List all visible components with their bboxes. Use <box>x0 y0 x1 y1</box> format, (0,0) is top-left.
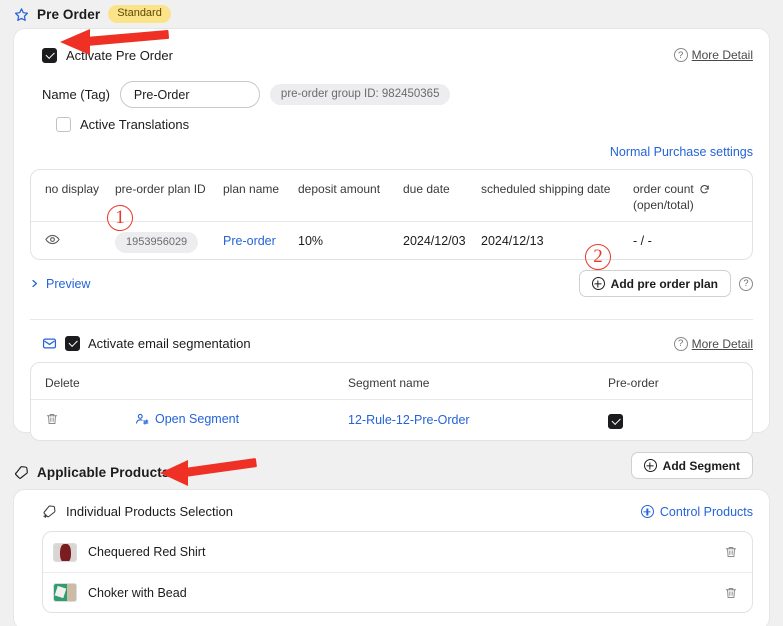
activate-email-segmentation-label: Activate email segmentation <box>88 336 251 351</box>
activate-email-segmentation-control[interactable]: Activate email segmentation <box>42 336 251 351</box>
table-row: Open Segment 12-Rule-12-Pre-Order <box>31 399 752 440</box>
trash-icon[interactable] <box>724 586 738 600</box>
add-plan-group: Add pre order plan ? <box>578 270 753 297</box>
applicable-products-card: Individual Products Selection Control Pr… <box>13 489 770 626</box>
open-segment-cell: Open Segment <box>131 412 344 429</box>
eye-icon[interactable] <box>45 232 60 247</box>
pre-order-plan-table: no display pre-order plan ID plan name d… <box>30 169 753 260</box>
col-no-display: no display <box>45 182 100 196</box>
delete-cell <box>31 412 131 429</box>
status-badge: Standard <box>108 5 171 23</box>
activate-pre-order-label: Activate Pre Order <box>66 47 173 63</box>
segment-name-link[interactable]: 12-Rule-12-Pre-Order <box>348 413 470 427</box>
product-list: Chequered Red Shirt Choker with Bead <box>42 531 753 613</box>
pre-order-group-id: pre-order group ID: 982450365 <box>269 84 451 105</box>
active-translations-label: Active Translations <box>80 117 190 132</box>
page-title: Pre Order <box>37 6 101 22</box>
order-count-cell: - / - <box>633 233 652 248</box>
normal-purchase-settings-link[interactable]: Normal Purchase settings <box>610 145 753 159</box>
plus-circle-icon-control <box>640 505 654 518</box>
annotation-marker-1: 1 <box>107 205 133 231</box>
activate-pre-order-row: Activate Pre Order ? More Detail <box>14 43 769 67</box>
preview-toggle[interactable]: Preview <box>30 277 90 291</box>
col-spacer <box>131 380 344 383</box>
deposit-amount-cell: 10% <box>298 233 324 248</box>
individual-products-header: Individual Products Selection Control Pr… <box>14 504 769 519</box>
annotation-marker-2: 2 <box>585 244 611 270</box>
tag-icon <box>14 465 29 480</box>
col-order-count: order count (open/total) <box>629 179 739 212</box>
plus-circle-icon <box>591 277 605 290</box>
plan-name-link[interactable]: Pre-order <box>223 234 276 248</box>
star-icon <box>14 7 29 22</box>
activate-pre-order-control[interactable]: Activate Pre Order <box>42 47 173 63</box>
control-products-link[interactable]: Control Products <box>640 505 753 519</box>
name-tag-label: Name (Tag) <box>42 87 110 102</box>
pre-order-cell <box>604 411 724 429</box>
active-translations-checkbox[interactable] <box>56 117 71 132</box>
user-settings-icon <box>135 412 149 426</box>
col-due-date: due date <box>403 182 450 196</box>
col-scheduled-shipping-date: scheduled shipping date <box>481 182 611 196</box>
order-count-sublabel: (open/total) <box>633 198 694 212</box>
activate-pre-order-checkbox[interactable] <box>42 47 57 63</box>
open-segment-link[interactable]: Open Segment <box>135 412 239 426</box>
active-translations-control[interactable]: Active Translations <box>14 108 769 132</box>
trash-icon[interactable] <box>45 412 59 426</box>
pre-order-section-header: Pre Order Standard <box>0 0 783 28</box>
product-name: Chequered Red Shirt <box>88 545 206 559</box>
normal-purchase-row: Normal Purchase settings <box>14 132 769 159</box>
col-plan-id: pre-order plan ID <box>115 182 206 196</box>
plus-circle-icon-segment <box>643 459 657 472</box>
plan-actions-row: Preview Add pre order plan ? <box>14 260 769 297</box>
name-tag-input[interactable] <box>119 81 260 108</box>
list-item[interactable]: Choker with Bead <box>43 572 752 612</box>
add-pre-order-plan-button[interactable]: Add pre order plan <box>578 270 731 297</box>
col-delete: Delete <box>45 375 80 390</box>
help-icon-email: ? <box>673 336 688 351</box>
app-page: Pre Order Standard Activate Pre Order ? … <box>0 0 783 626</box>
table-row: 1953956029 Pre-order 10% 2024/12/03 2024… <box>31 221 752 259</box>
name-tag-row: Name (Tag) pre-order group ID: 982450365 <box>14 67 769 108</box>
plan-name-cell: Pre-order <box>219 234 294 248</box>
help-icon-add-plan[interactable]: ? <box>739 276 753 291</box>
more-detail-link-pre-order[interactable]: ? More Detail <box>673 48 753 62</box>
add-segment-button[interactable]: Add Segment <box>630 452 753 479</box>
list-item[interactable]: Chequered Red Shirt <box>43 532 752 572</box>
col-pre-order: Pre-order <box>608 375 659 390</box>
product-thumbnail <box>53 583 77 602</box>
more-detail-link-email[interactable]: ? More Detail <box>673 336 753 351</box>
col-plan-name: plan name <box>223 182 280 196</box>
help-icon: ? <box>673 48 688 62</box>
segment-table-header-row: Delete Segment name Pre-order <box>31 363 752 399</box>
segment-table: Delete Segment name Pre-order Open Segme… <box>30 362 753 441</box>
individual-products-selection-group: Individual Products Selection <box>42 504 233 519</box>
segment-pre-order-checkbox[interactable] <box>608 413 623 429</box>
no-display-cell <box>31 232 111 250</box>
product-name: Choker with Bead <box>88 585 187 600</box>
product-thumbnail <box>53 542 77 562</box>
trash-icon[interactable] <box>724 545 738 559</box>
due-date-cell: 2024/12/03 <box>403 233 466 248</box>
email-segmentation-row: Activate email segmentation ? More Detai… <box>14 320 769 351</box>
individual-products-selection-label: Individual Products Selection <box>66 504 233 519</box>
activate-email-segmentation-checkbox[interactable] <box>65 336 80 351</box>
plan-id-cell: 1953956029 <box>111 231 219 253</box>
chevron-right-icon <box>30 278 39 289</box>
envelope-icon <box>42 336 57 351</box>
col-segment-name: Segment name <box>348 375 430 390</box>
applicable-products-title: Applicable Products <box>37 464 170 480</box>
plan-table-header-row: no display pre-order plan ID plan name d… <box>31 170 752 221</box>
col-deposit-amount: deposit amount <box>298 182 381 196</box>
segment-name-cell: 12-Rule-12-Pre-Order <box>344 413 604 427</box>
refresh-icon[interactable] <box>699 184 710 195</box>
add-tag-icon <box>42 504 57 519</box>
